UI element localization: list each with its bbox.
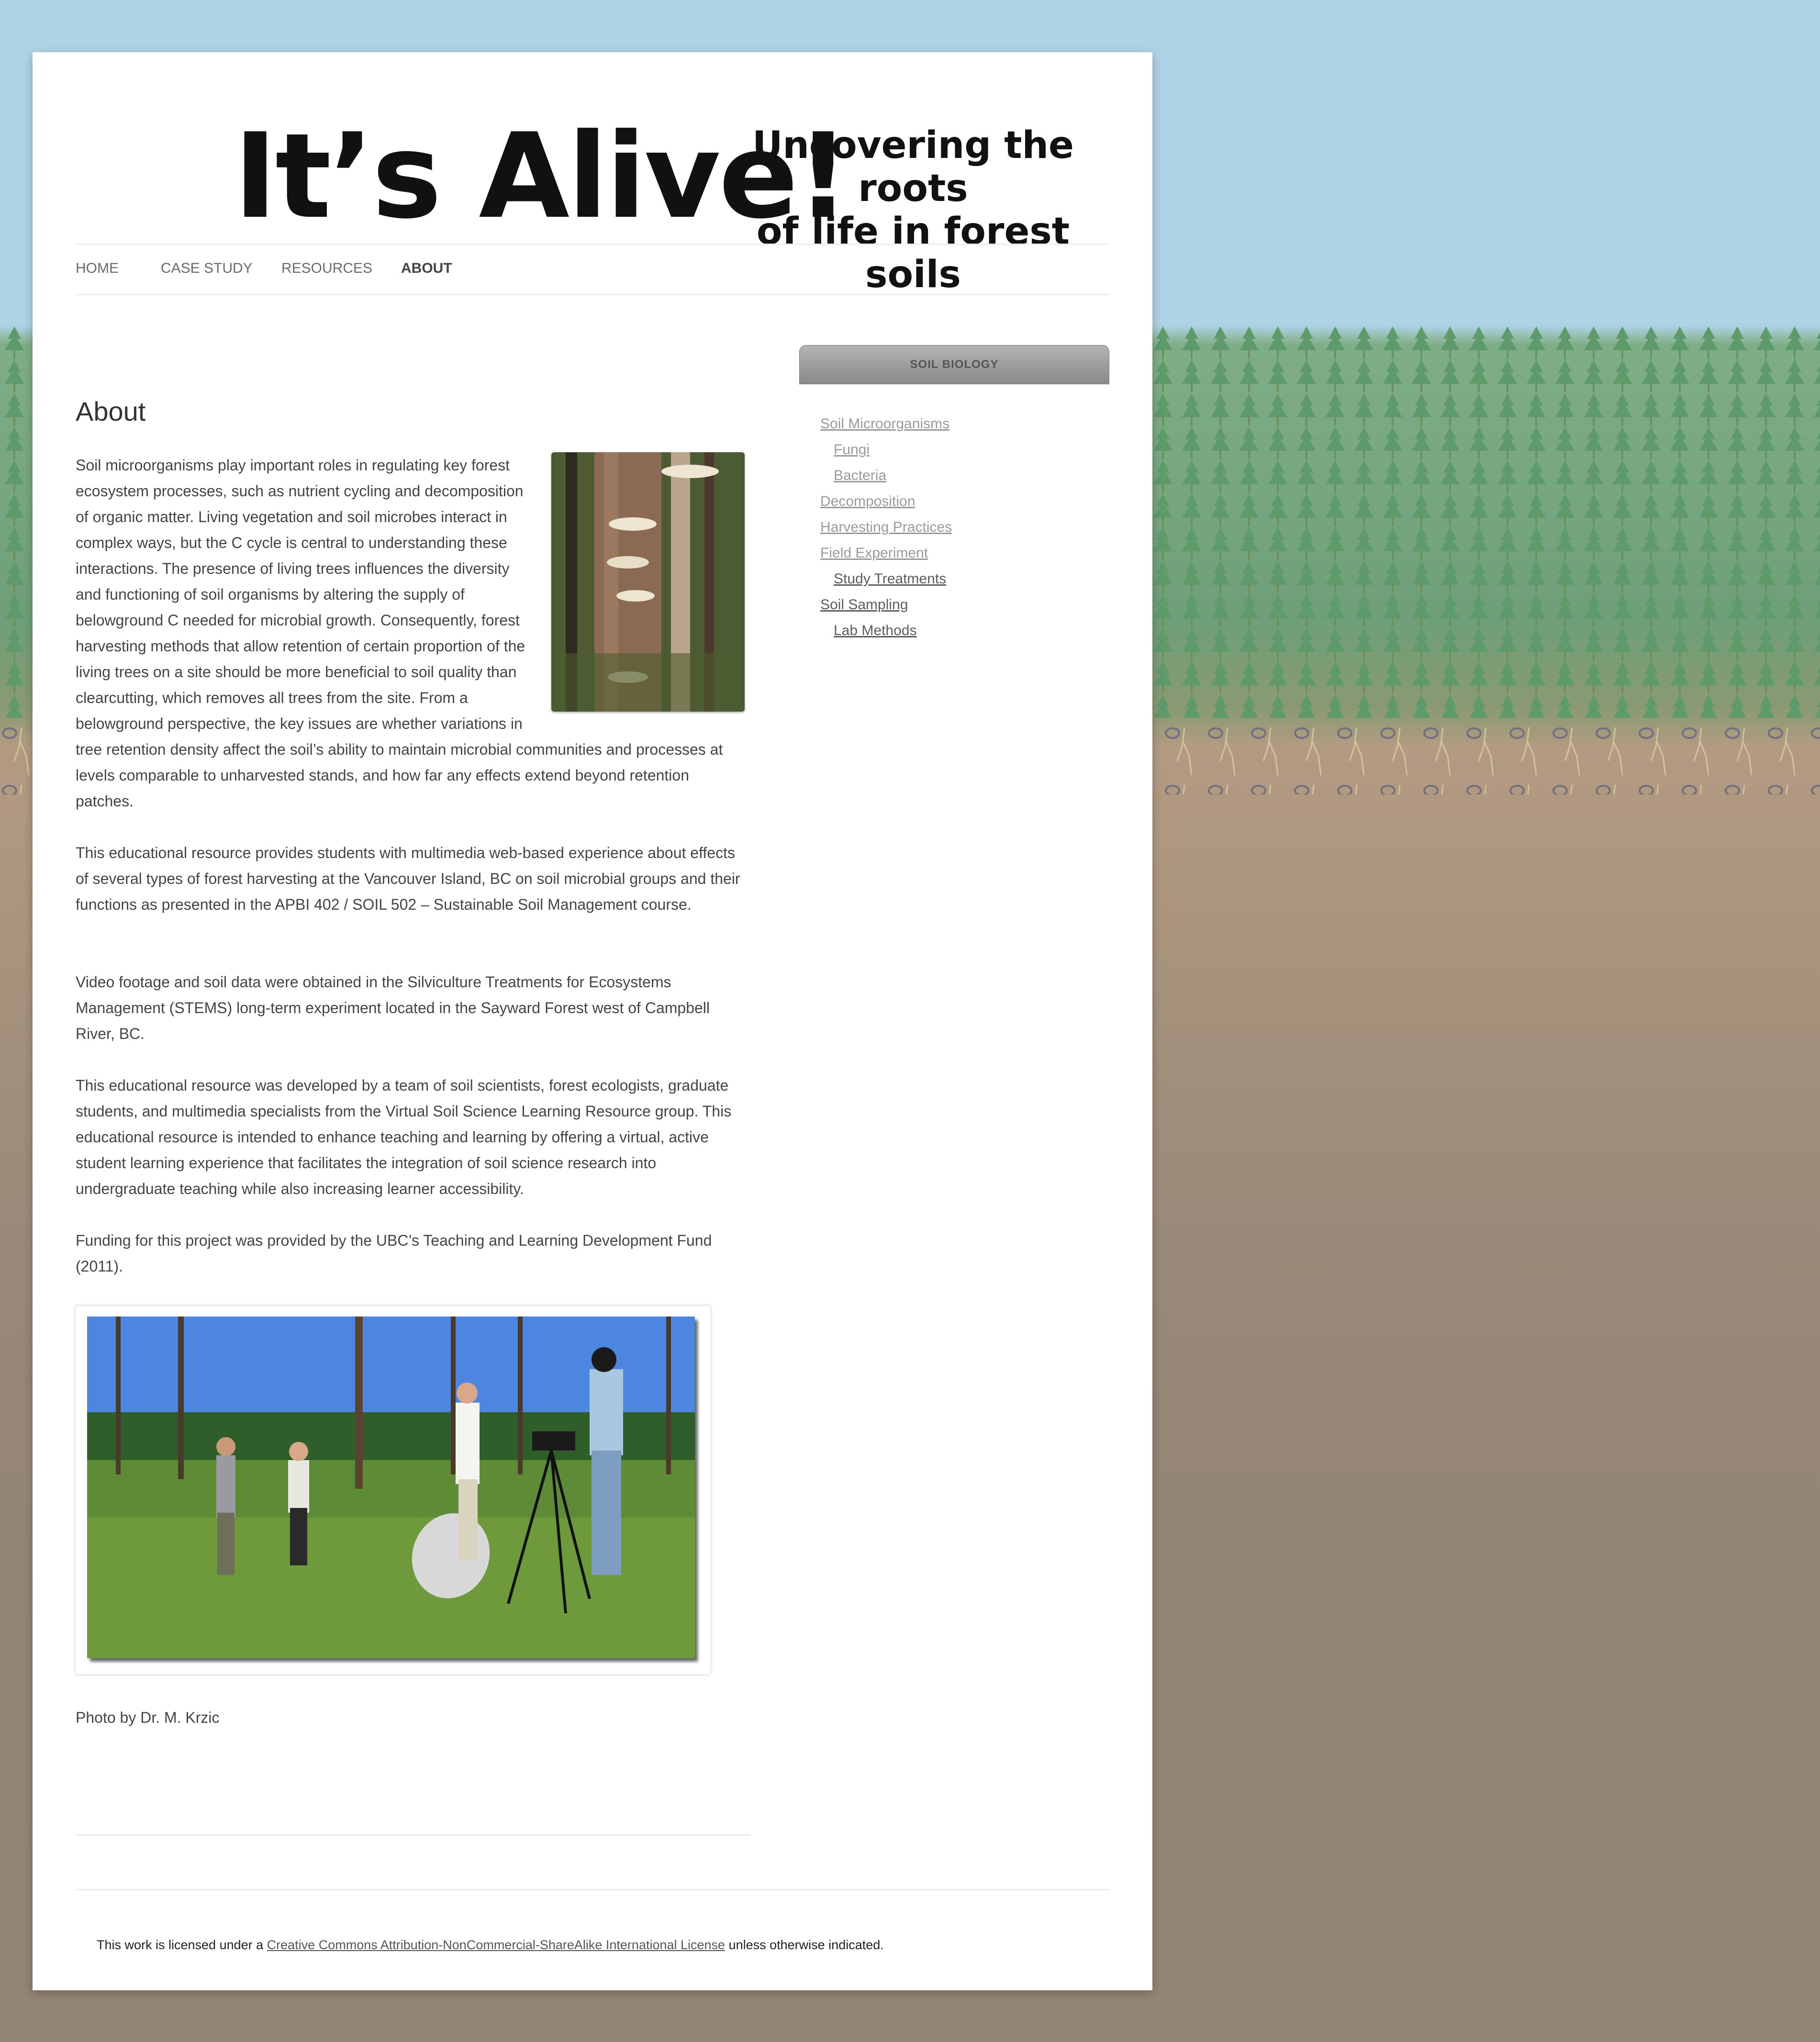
sidebar-item-lab-methods[interactable]: Lab Methods (820, 618, 952, 644)
field-crew-image (87, 1317, 695, 1658)
main-navigation: HOME CASE STUDY RESOURCES ABOUT (76, 244, 1109, 295)
soil-biology-menu: Soil Microorganisms Fungi Bacteria Decom… (820, 411, 952, 644)
sidebar-item-soil-sampling[interactable]: Soil Sampling (820, 592, 952, 618)
nav-item-home[interactable]: HOME (76, 260, 119, 277)
funding-paragraph: Funding for this project was provided by… (76, 1232, 712, 1275)
page-container: It’s Alive! Uncovering the roots of life… (33, 52, 1152, 1990)
field-crew-photo[interactable] (76, 1306, 710, 1674)
logo-tagline-line-1: Uncovering the roots (752, 124, 1074, 210)
footer-suffix: unless otherwise indicated. (725, 1938, 884, 1952)
nav-item-resources[interactable]: RESOURCES (281, 260, 372, 277)
sidebar-item-harvesting-practices[interactable]: Harvesting Practices (820, 514, 952, 540)
widget-title-soil-biology: SOIL BIOLOGY (799, 345, 1109, 384)
sidebar-item-fungi[interactable]: Fungi (820, 437, 952, 463)
page-title: About (76, 396, 146, 426)
video-paragraph: Video footage and soil data were obtaine… (76, 973, 710, 1042)
content-divider (76, 1834, 750, 1836)
intro-paragraph: Soil microorganisms play important roles… (76, 452, 750, 814)
sidebar-item-study-treatments[interactable]: Study Treatments (820, 566, 952, 592)
sidebar: SOIL BIOLOGY Soil Microorganisms Fungi B… (799, 345, 1109, 638)
resource-paragraph: This educational resource provides stude… (76, 844, 740, 913)
photo-credit: Photo by Dr. M. Krzic (76, 1709, 220, 1726)
nav-item-about[interactable]: ABOUT (401, 260, 452, 277)
footer-prefix: This work is licensed under a (97, 1938, 267, 1952)
team-paragraph: This educational resource was developed … (76, 1077, 732, 1197)
license-link[interactable]: Creative Commons Attribution-NonCommerci… (267, 1938, 725, 1952)
sidebar-item-soil-microorganisms[interactable]: Soil Microorganisms (820, 411, 952, 437)
footer-divider (76, 1889, 1109, 1890)
nav-item-case-study[interactable]: CASE STUDY (161, 260, 253, 277)
sidebar-item-decomposition[interactable]: Decomposition (820, 489, 952, 514)
site-logo[interactable]: It’s Alive! Uncovering the roots of life… (205, 105, 1152, 297)
tree-fungi-photo[interactable] (551, 452, 745, 712)
sidebar-item-field-experiment[interactable]: Field Experiment (820, 540, 952, 566)
sidebar-item-bacteria[interactable]: Bacteria (820, 463, 952, 489)
footer-license: This work is licensed under a Creative C… (97, 1938, 884, 1953)
